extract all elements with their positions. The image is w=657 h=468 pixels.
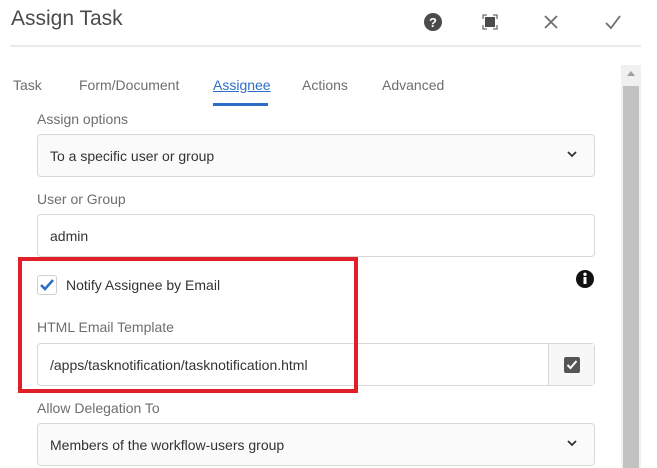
assign-options-label: Assign options <box>37 111 129 127</box>
info-icon[interactable] <box>575 269 595 294</box>
dialog-title: Assign Task <box>11 7 123 30</box>
scroll-up-icon[interactable] <box>621 65 641 83</box>
user-or-group-label: User or Group <box>37 191 126 207</box>
help-icon[interactable]: ? <box>421 10 445 34</box>
highlight-box <box>18 257 358 393</box>
close-icon[interactable] <box>539 10 563 34</box>
tab-task[interactable]: Task <box>13 77 42 93</box>
header-divider <box>10 45 641 47</box>
scrollbar-thumb[interactable] <box>623 86 639 468</box>
assign-options-value: To a specific user or group <box>50 147 215 164</box>
svg-text:?: ? <box>429 15 437 30</box>
chevron-down-icon <box>567 151 577 158</box>
delegation-value: Members of the workflow-users group <box>50 436 285 453</box>
active-tab-indicator <box>213 103 268 106</box>
tab-assignee[interactable]: Assignee <box>213 77 271 93</box>
tab-form-document[interactable]: Form/Document <box>79 77 179 93</box>
tab-advanced[interactable]: Advanced <box>382 77 444 93</box>
user-or-group-input[interactable]: admin <box>37 214 595 257</box>
check-square-icon <box>563 356 580 373</box>
tab-actions[interactable]: Actions <box>302 77 348 93</box>
delegation-select[interactable]: Members of the workflow-users group <box>37 423 595 466</box>
chevron-down-icon <box>567 440 577 447</box>
user-or-group-value: admin <box>50 227 89 244</box>
browse-template-button[interactable] <box>548 344 594 385</box>
assign-options-select[interactable]: To a specific user or group <box>37 134 595 177</box>
delegation-label: Allow Delegation To <box>37 400 160 416</box>
checkmark-icon[interactable] <box>601 10 625 34</box>
fullscreen-icon[interactable] <box>478 10 502 34</box>
